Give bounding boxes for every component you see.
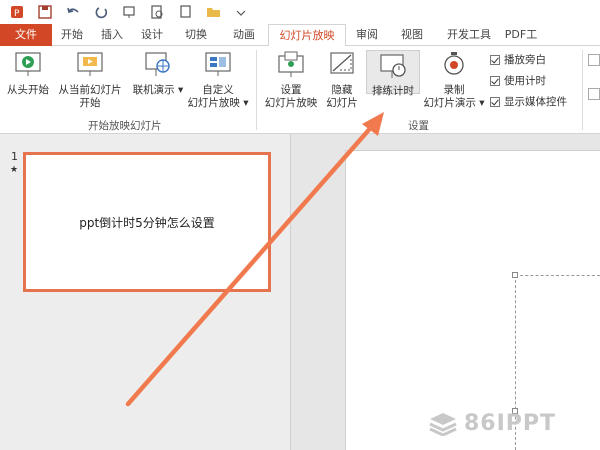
save-icon[interactable] — [38, 5, 52, 19]
setup-show-icon — [262, 50, 320, 82]
from-beginning-button[interactable]: 从头开始 — [4, 50, 52, 97]
monitors-icon — [588, 54, 600, 66]
presenter-view-checkbox[interactable] — [588, 88, 600, 100]
checkbox-checked-icon — [490, 54, 500, 65]
folder-icon[interactable] — [206, 5, 220, 19]
play-narrations-label: 播放旁白 — [504, 54, 546, 66]
tab-insert[interactable]: 插入 — [92, 24, 132, 46]
checkbox-checked-icon — [490, 75, 500, 86]
copy-icon[interactable] — [178, 5, 192, 19]
resize-handle[interactable] — [512, 272, 518, 278]
tab-transitions[interactable]: 切换 — [172, 24, 220, 46]
from-current-button[interactable]: 从当前幻灯片 开始 — [54, 50, 126, 110]
present-online-button[interactable]: 联机演示 ▾ — [132, 50, 184, 97]
record-label-2: 幻灯片演示 ▾ — [423, 97, 485, 109]
tab-review[interactable]: 审阅 — [346, 24, 388, 46]
preview-icon[interactable] — [150, 5, 164, 19]
ribbon-slideshow: 从头开始 从当前幻灯片 开始 联机演示 ▾ 自定义 幻灯片放映 ▾ 开始放映幻灯… — [0, 46, 600, 134]
customize-icon[interactable] — [234, 5, 248, 19]
tab-design[interactable]: 设计 — [132, 24, 172, 46]
custom-slideshow-button[interactable]: 自定义 幻灯片放映 ▾ — [186, 50, 250, 110]
stack-logo-icon — [429, 413, 457, 436]
quick-access-toolbar: P — [0, 0, 600, 24]
play-from-current-icon — [54, 50, 126, 82]
tab-animations[interactable]: 动画 — [220, 24, 268, 46]
redo-icon[interactable] — [94, 5, 108, 19]
globe-screen-icon — [132, 50, 184, 82]
undo-icon[interactable] — [66, 5, 80, 19]
tab-home[interactable]: 开始 — [52, 24, 92, 46]
setup-slideshow-button[interactable]: 设置 幻灯片放映 — [262, 50, 320, 110]
rehearse-timings-button[interactable]: 排练计时 — [366, 50, 420, 97]
watermark-text: 86IPPT — [464, 410, 557, 436]
play-from-start-icon — [4, 50, 52, 82]
custom-show-label-1: 自定义 — [202, 84, 234, 96]
play-narrations-checkbox[interactable]: 播放旁白 — [490, 52, 546, 67]
show-media-controls-checkbox[interactable]: 显示媒体控件 — [490, 94, 567, 109]
group-separator — [256, 50, 257, 130]
slide-thumbnail[interactable]: ppt倒计时5分钟怎么设置 — [23, 152, 271, 292]
tab-file[interactable]: 文件 — [0, 24, 52, 46]
present-online-label: 联机演示 ▾ — [132, 84, 184, 96]
use-timings-checkbox[interactable]: 使用计时 — [490, 73, 546, 88]
hide-slide-label-2: 幻灯片 — [326, 97, 358, 109]
hide-slide-label-1: 隐藏 — [331, 84, 353, 96]
from-current-label-2: 开始 — [79, 97, 101, 109]
setup-show-label-2: 幻灯片放映 — [264, 97, 318, 109]
tab-developer[interactable]: 开发工具 — [436, 24, 502, 46]
svg-text:P: P — [14, 9, 20, 19]
app-icon: P — [10, 5, 24, 19]
setup-show-label-1: 设置 — [280, 84, 302, 96]
ribbon-tabs: 文件 开始 插入 设计 切换 动画 幻灯片放映 审阅 视图 开发工具 PDF工 — [0, 24, 600, 47]
group-label-start: 开始放映幻灯片 — [88, 120, 162, 132]
slide-animation-star-icon: ★ — [10, 165, 19, 175]
slide-number: 1 — [11, 150, 18, 163]
stopwatch-screen-icon — [367, 53, 419, 83]
present-icon[interactable] — [122, 5, 136, 19]
custom-show-label-2: 幻灯片放映 ▾ — [187, 97, 249, 109]
tab-view[interactable]: 视图 — [388, 24, 436, 46]
slide-thumbnail-text: ppt倒计时5分钟怎么设置 — [79, 215, 215, 230]
use-timings-label: 使用计时 — [504, 75, 546, 87]
checkbox-checked-icon — [490, 96, 500, 107]
tab-pdf[interactable]: PDF工 — [502, 24, 540, 46]
record-label-1: 录制 — [443, 84, 465, 96]
show-media-controls-label: 显示媒体控件 — [504, 96, 567, 108]
record-slideshow-button[interactable]: 录制 幻灯片演示 ▾ — [420, 50, 488, 110]
custom-show-icon — [186, 50, 250, 82]
group-label-setup: 设置 — [408, 120, 429, 132]
tab-slideshow[interactable]: 幻灯片放映 — [268, 24, 346, 47]
watermark: 86IPPT — [428, 410, 556, 436]
from-beginning-label: 从头开始 — [7, 84, 49, 96]
hide-slide-icon — [322, 50, 362, 82]
rehearse-timings-label: 排练计时 — [372, 85, 414, 97]
record-icon — [420, 50, 488, 82]
hide-slide-button[interactable]: 隐藏 幻灯片 — [322, 50, 362, 110]
group-separator — [582, 50, 583, 130]
from-current-label-1: 从当前幻灯片 — [58, 84, 122, 96]
